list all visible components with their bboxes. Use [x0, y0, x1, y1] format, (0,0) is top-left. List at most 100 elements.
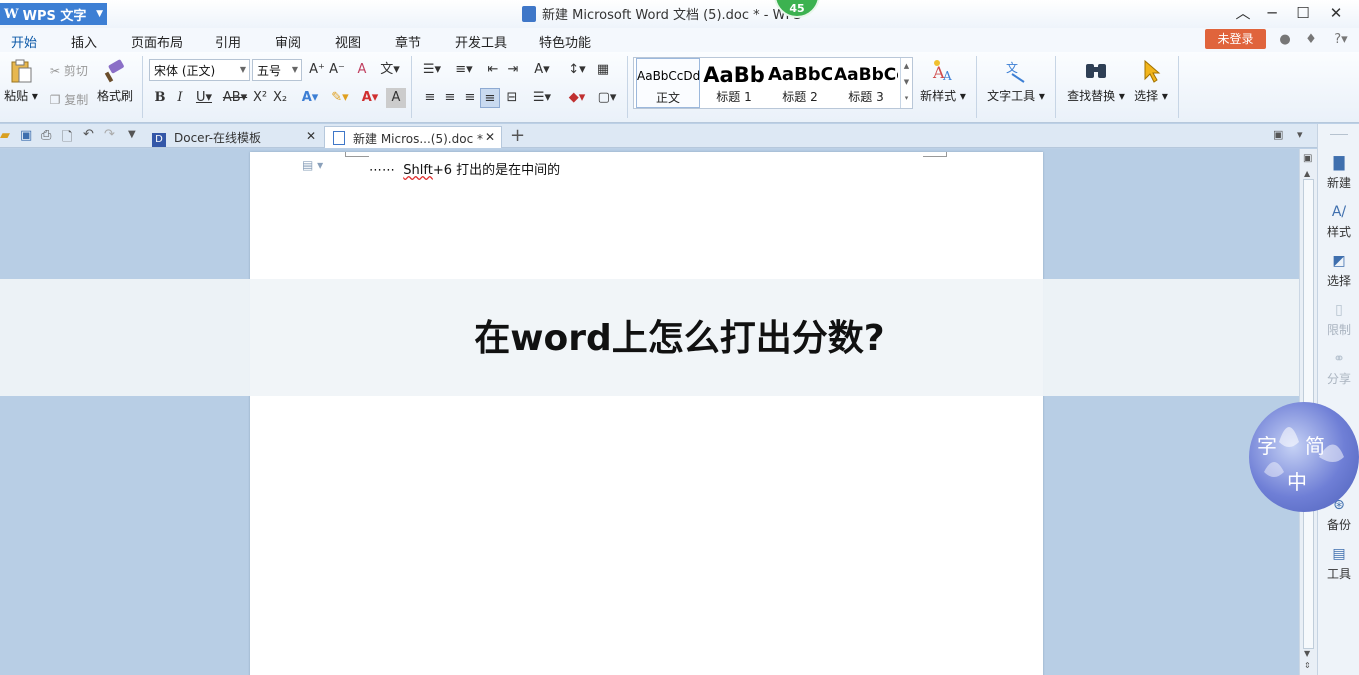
sort-icon[interactable]: ↕▾ [563, 60, 591, 80]
tab-references[interactable]: 引用 [215, 32, 241, 51]
table-grid-icon[interactable]: ▦ [593, 60, 613, 80]
find-replace-button[interactable]: 查找替换 ▾ [1064, 58, 1128, 104]
tab-page-layout[interactable]: 页面布局 [131, 32, 183, 51]
clear-format-icon[interactable]: A [352, 60, 372, 80]
numbered-list-icon[interactable]: ≡▾ [450, 60, 478, 80]
tab-review[interactable]: 审阅 [275, 32, 301, 51]
minimize-button[interactable]: ─ [1257, 3, 1287, 23]
document-tab-bar: ▰ ▣ ⎙ 🗋 ↶ ↷ ▼ D Docer-在线模板 ✕ 新建 Micros...… [0, 124, 1359, 148]
close-button[interactable]: ✕ [1321, 3, 1351, 23]
align-left-icon[interactable]: ≡ [420, 88, 440, 108]
page-nav-icon[interactable]: ⇕ [1304, 661, 1311, 670]
text-tools-button[interactable]: 文 文字工具 ▾ [986, 58, 1046, 104]
style-heading-2[interactable]: AaBbC 标题 2 [768, 58, 832, 108]
style-normal[interactable]: AaBbCcDd 正文 [636, 58, 700, 108]
app-menu-button[interactable]: W WPS 文字 ▼ [0, 3, 107, 25]
tab-options-icon[interactable]: ▾ [1297, 128, 1303, 141]
collapse-ribbon-button[interactable]: ︿ [1228, 3, 1258, 23]
text-direction-icon[interactable]: A▾ [528, 60, 556, 80]
shirt-icon[interactable]: ♦ [1303, 32, 1319, 48]
wps-logo-icon: W [4, 6, 19, 22]
font-size-select[interactable]: 五号 ▼ [252, 59, 302, 81]
char-shading-button[interactable]: A [386, 88, 406, 108]
cut-button[interactable]: ✂ 剪切 [46, 62, 92, 79]
pane-tools[interactable]: ▤ 工具 [1318, 545, 1359, 582]
pane-restrict[interactable]: ▯ 限制 [1318, 301, 1359, 338]
strikethrough-button[interactable]: AB▾ [220, 88, 250, 108]
svg-text:A: A [942, 69, 952, 83]
bullet-list-icon[interactable]: ☰▾ [418, 60, 446, 80]
align-right-icon[interactable]: ≡ [460, 88, 480, 108]
highlight-button[interactable]: ✎▾ [326, 88, 354, 108]
shading-icon[interactable]: ◆▾ [563, 88, 591, 108]
increase-indent-icon[interactable]: ⇥ [503, 60, 523, 80]
tab-list-icon[interactable]: ▣ [1273, 128, 1283, 141]
save-icon[interactable]: ▣ [20, 128, 32, 143]
distribute-icon[interactable]: ⊟ [502, 88, 522, 108]
underline-button[interactable]: U▾ [190, 88, 218, 108]
phonetic-guide-icon[interactable]: 文▾ [376, 60, 404, 80]
pane-share[interactable]: ⚭ 分享 [1318, 350, 1359, 387]
tab-developer[interactable]: 开发工具 [455, 32, 507, 51]
split-view-icon[interactable]: ▣ [1303, 153, 1312, 164]
pane-new[interactable]: ▇ 新建 [1318, 154, 1359, 191]
tab-insert[interactable]: 插入 [71, 32, 97, 51]
subscript-button[interactable]: X₂ [270, 88, 290, 108]
copy-icon: ❐ [49, 93, 65, 107]
print-icon[interactable]: ⎙ [41, 128, 51, 143]
style-gallery: AaBbCcDd 正文 AaBb 标题 1 AaBbC 标题 2 AaBbCc … [633, 57, 913, 109]
tab-features[interactable]: 特色功能 [539, 32, 591, 51]
chevron-down-icon: ▼ [291, 65, 298, 74]
grow-font-icon[interactable]: A⁺ [307, 60, 327, 80]
style-heading-1[interactable]: AaBb 标题 1 [702, 58, 766, 108]
title-bar: W WPS 文字 ▼ 新建 Microsoft Word 文档 (5).doc … [0, 0, 1359, 28]
tab-active-document[interactable]: 新建 Micros...(5).doc * ✕ [324, 126, 502, 148]
text-effect-button[interactable]: A▾ [296, 88, 324, 108]
borders-icon[interactable]: ▢▾ [593, 88, 621, 108]
separator [976, 56, 977, 118]
pane-style[interactable]: A/样式 [1318, 203, 1359, 240]
task-pane: ▇ 新建 A/样式 ◩ 选择 ▯ 限制 ⚭ 分享 ⊛ 备份 ▤ 工具 [1317, 124, 1359, 675]
print-preview-icon[interactable]: 🗋 [62, 128, 72, 150]
folder-open-icon[interactable]: ▰ [0, 128, 10, 143]
pane-select[interactable]: ◩ 选择 [1318, 252, 1359, 289]
format-painter-button[interactable]: 格式刷 [95, 58, 135, 104]
font-color-button[interactable]: A▾ [356, 88, 384, 108]
justify-icon[interactable]: ≡ [480, 88, 500, 108]
close-tab-icon[interactable]: ✕ [306, 129, 316, 143]
line-spacing-icon[interactable]: ☰▾ [528, 88, 556, 108]
shrink-font-icon[interactable]: A⁻ [327, 60, 347, 80]
quick-access-menu-icon[interactable]: ▼ [128, 129, 136, 140]
decrease-indent-icon[interactable]: ⇤ [483, 60, 503, 80]
redo-icon[interactable]: ↷ [104, 127, 115, 142]
skin-icon[interactable]: ● [1277, 32, 1293, 48]
document-page[interactable]: ▤ ▾ [250, 152, 1043, 675]
font-name-select[interactable]: 宋体 (正文) ▼ [149, 59, 250, 81]
paragraph-marker-icon[interactable]: ▤ ▾ [302, 158, 323, 172]
align-center-icon[interactable]: ≡ [440, 88, 460, 108]
maximize-button[interactable]: ☐ [1288, 3, 1318, 23]
copy-button[interactable]: ❐ 复制 [46, 91, 92, 108]
close-tab-icon[interactable]: ✕ [485, 130, 495, 144]
new-style-button[interactable]: AA 新样式 ▾ [917, 58, 969, 104]
style-heading-3[interactable]: AaBbCc 标题 3 [834, 58, 898, 108]
help-icon[interactable]: ?▾ [1329, 32, 1353, 48]
style-gallery-scroll[interactable]: ▲ ▼ ▾ [900, 58, 912, 108]
scroll-up-icon[interactable]: ▲ [1304, 169, 1310, 178]
undo-icon[interactable]: ↶ [83, 127, 94, 142]
tab-view[interactable]: 视图 [335, 32, 361, 51]
italic-button[interactable]: I [170, 88, 190, 108]
pane-handle [1330, 134, 1348, 135]
tab-chapter[interactable]: 章节 [395, 32, 421, 51]
document-workspace: ▤ ▾ ⋯⋯ Shlft+6 打出的是在中间的 在word上怎么打出分数? [0, 149, 1317, 675]
tab-docer-templates[interactable]: D Docer-在线模板 ✕ [144, 126, 322, 148]
select-button[interactable]: 选择 ▾ [1131, 58, 1171, 104]
document-text-line[interactable]: ⋯⋯ Shlft+6 打出的是在中间的 [369, 159, 560, 178]
scroll-down-icon[interactable]: ▼ [1304, 649, 1310, 658]
superscript-button[interactable]: X² [250, 88, 270, 108]
watermark-logo: 字 简 中 [1249, 402, 1359, 512]
paste-button[interactable]: 粘贴 ▾ [2, 58, 40, 104]
login-button[interactable]: 未登录 [1205, 29, 1266, 49]
add-tab-icon[interactable]: + [510, 125, 525, 146]
bold-button[interactable]: B [150, 88, 170, 108]
